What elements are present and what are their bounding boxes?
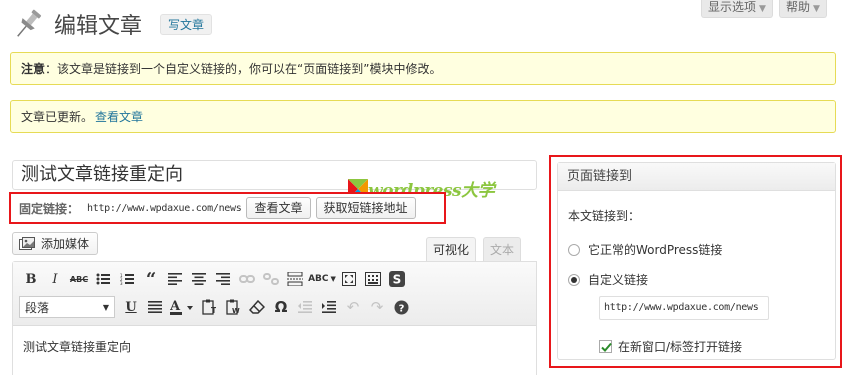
- svg-text:S: S: [393, 273, 402, 287]
- bullet-list-icon[interactable]: [91, 267, 115, 291]
- toolbar-row-1: B I ABC 123 “ ABC ▼ S: [19, 267, 409, 291]
- align-right-icon[interactable]: [211, 267, 235, 291]
- svg-text:T: T: [211, 306, 216, 315]
- shortcode-icon[interactable]: S: [385, 267, 409, 291]
- redo-icon[interactable]: ↷: [365, 295, 389, 319]
- tab-text[interactable]: 文本: [483, 237, 522, 262]
- unlink-icon[interactable]: [259, 267, 283, 291]
- underline-icon[interactable]: U: [119, 295, 143, 319]
- undo-icon[interactable]: ↶: [341, 295, 365, 319]
- checkmark-icon: [601, 342, 612, 352]
- new-window-option[interactable]: 在新窗口/标签打开链接: [599, 338, 742, 355]
- toolbar-row-2: 段落 ▼ U A T W Ω ↶ ↷ ?: [19, 295, 413, 319]
- insert-link-icon[interactable]: [235, 267, 259, 291]
- svg-text:3: 3: [120, 281, 123, 286]
- permalink-url[interactable]: http://www.wpdaxue.com/news: [87, 203, 242, 214]
- paste-text-icon[interactable]: T: [197, 295, 221, 319]
- permalink-row: 固定链接： http://www.wpdaxue.com/news 查看文章 获…: [9, 192, 446, 224]
- eraser-icon[interactable]: [245, 295, 269, 319]
- editor-content[interactable]: 测试文章链接重定向: [13, 326, 536, 367]
- add-media-button[interactable]: 添加媒体: [12, 232, 99, 255]
- bold-icon[interactable]: B: [19, 267, 43, 291]
- post-editor: B I ABC 123 “ ABC ▼ S 段落 ▼ U A T W Ω ↶ ↷…: [12, 261, 537, 375]
- insert-more-icon[interactable]: [283, 267, 307, 291]
- chevron-down-icon: ▼: [759, 4, 766, 14]
- kitchen-sink-icon[interactable]: [361, 267, 385, 291]
- radio-normal-link[interactable]: 它正常的WordPress链接: [568, 241, 722, 258]
- chevron-down-icon: ▼: [813, 4, 820, 14]
- help-button[interactable]: 帮助 ▼: [779, 0, 827, 18]
- permalink-label: 固定链接：: [19, 201, 80, 216]
- text-color-icon[interactable]: A: [167, 295, 197, 319]
- media-icon: [19, 236, 35, 250]
- blockquote-icon[interactable]: “: [139, 267, 163, 291]
- outdent-icon[interactable]: [293, 295, 317, 319]
- custom-url-input[interactable]: http://www.wpdaxue.com/news: [599, 296, 769, 320]
- format-select[interactable]: 段落 ▼: [19, 296, 115, 318]
- italic-icon[interactable]: I: [43, 267, 67, 291]
- svg-text:A: A: [170, 299, 181, 314]
- custom-link-notice: 注意 ：该文章是链接到一个自定义链接的，你可以在“页面链接到”模块中修改。: [10, 52, 836, 85]
- help-icon[interactable]: ?: [389, 295, 413, 319]
- align-center-icon[interactable]: [187, 267, 211, 291]
- page-links-to-metabox: 页面链接到 本文链接到： 它正常的WordPress链接 自定义链接 http:…: [557, 162, 836, 360]
- strikethrough-icon[interactable]: ABC: [67, 267, 91, 291]
- view-post-link[interactable]: 查看文章: [95, 108, 143, 125]
- fullscreen-icon[interactable]: [337, 267, 361, 291]
- align-left-icon[interactable]: [163, 267, 187, 291]
- radio-button-selected[interactable]: [568, 273, 580, 286]
- page-links-to-highlight: 页面链接到 本文链接到： 它正常的WordPress链接 自定义链接 http:…: [549, 155, 842, 368]
- view-post-button[interactable]: 查看文章: [246, 197, 311, 219]
- chevron-down-icon: ▼: [102, 302, 109, 312]
- page-title: 编辑文章: [54, 14, 143, 39]
- metabox-subtitle: 本文链接到：: [568, 209, 641, 223]
- new-window-checkbox[interactable]: [599, 340, 612, 353]
- pushpin-icon: [17, 9, 42, 37]
- get-shortlink-button[interactable]: 获取短链接地址: [315, 197, 416, 219]
- post-updated-notice: 文章已更新。 查看文章: [10, 100, 836, 133]
- radio-button[interactable]: [568, 243, 580, 256]
- svg-text:?: ?: [398, 303, 404, 314]
- svg-text:W: W: [232, 307, 240, 315]
- screen-options-button[interactable]: 显示选项 ▼: [701, 0, 773, 18]
- paste-word-icon[interactable]: W: [221, 295, 245, 319]
- editor-toolbar: B I ABC 123 “ ABC ▼ S 段落 ▼ U A T W Ω ↶ ↷…: [13, 262, 536, 326]
- spellcheck-icon[interactable]: ABC ▼: [307, 267, 337, 291]
- justify-icon[interactable]: [143, 295, 167, 319]
- tab-visual[interactable]: 可视化: [426, 237, 477, 262]
- page-header: 编辑文章 写文章: [10, 6, 213, 42]
- special-character-icon[interactable]: Ω: [269, 295, 293, 319]
- radio-custom-link[interactable]: 自定义链接: [568, 271, 648, 288]
- numbered-list-icon[interactable]: 123: [115, 267, 139, 291]
- metabox-title[interactable]: 页面链接到: [558, 163, 835, 191]
- indent-icon[interactable]: [317, 295, 341, 319]
- add-new-post-button[interactable]: 写文章: [160, 13, 213, 35]
